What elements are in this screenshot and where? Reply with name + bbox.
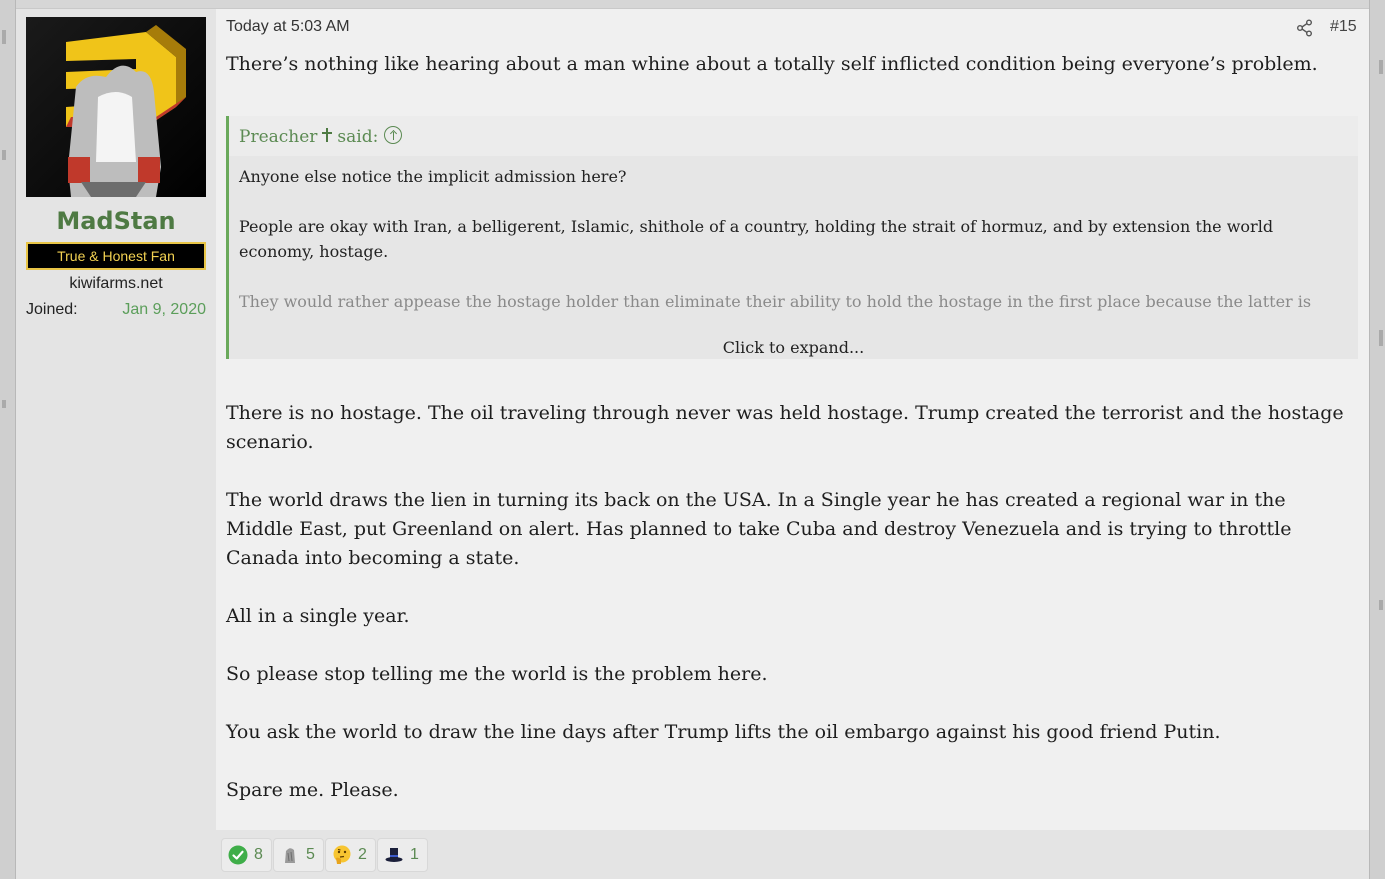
reply-paragraph: Spare me. Please.: [226, 779, 399, 801]
reply-paragraph: So please stop telling me the world is t…: [226, 663, 768, 685]
quote-said-label: said:: [337, 127, 379, 147]
share-icon[interactable]: [1296, 19, 1314, 37]
post-content: Today at 5:03 AM #15 There’s nothing lik…: [216, 9, 1369, 879]
reaction-count: 2: [358, 846, 367, 863]
forum-post: MadStan True & Honest Fan kiwifarms.net …: [16, 8, 1369, 879]
reaction-tophat[interactable]: 1: [377, 838, 428, 872]
post-date-link[interactable]: Today at 5:03 AM: [226, 18, 350, 36]
cross-icon: [321, 127, 333, 143]
reply-paragraph: There is no hostage. The oil traveling t…: [226, 402, 1344, 453]
right-margin: [1369, 0, 1385, 879]
stone-icon: [280, 845, 300, 865]
reaction-thinking[interactable]: 2: [325, 838, 376, 872]
reaction-count: 5: [306, 846, 315, 863]
check-icon: [228, 845, 248, 865]
user-info-panel: MadStan True & Honest Fan kiwifarms.net …: [16, 9, 216, 879]
quote-author-name[interactable]: Preacher: [239, 127, 317, 147]
quote-attribution: Preacher said:: [239, 126, 403, 147]
quote-paragraph: Anyone else notice the implicit admissio…: [239, 167, 627, 186]
reaction-stone[interactable]: 5: [273, 838, 324, 872]
quote-header: Preacher said:: [229, 116, 1358, 156]
top-hat-icon: [384, 845, 404, 865]
quote-block: Preacher said: Anyone else notice the imp…: [226, 116, 1358, 359]
thinking-face-icon: [332, 845, 352, 865]
quote-paragraph: People are okay with Iran, a belligerent…: [239, 217, 1274, 261]
jump-to-quote-icon[interactable]: [384, 126, 403, 144]
avatar[interactable]: [26, 17, 206, 197]
quote-expand-link[interactable]: Click to expand...: [229, 338, 1358, 357]
quote-body: Anyone else notice the implicit admissio…: [239, 164, 1349, 344]
post-first-line: There’s nothing like hearing about a man…: [226, 53, 1318, 75]
reaction-count: 8: [254, 846, 263, 863]
post-number-link[interactable]: #15: [1330, 18, 1357, 36]
quote-paragraph: They would rather appease the hostage ho…: [239, 292, 1312, 319]
reactions-bar: 8 5 2 1: [216, 830, 1369, 879]
joined-date: Jan 9, 2020: [122, 301, 206, 318]
username[interactable]: MadStan: [16, 207, 216, 235]
user-site: kiwifarms.net: [69, 275, 163, 292]
joined-label: Joined:: [26, 301, 78, 318]
user-title-badge: True & Honest Fan: [26, 242, 206, 270]
reply-paragraph: All in a single year.: [226, 605, 410, 627]
reaction-agree[interactable]: 8: [221, 838, 272, 872]
left-margin: [0, 0, 16, 879]
reply-paragraph: You ask the world to draw the line days …: [226, 721, 1221, 743]
reply-body: There is no hostage. The oil traveling t…: [226, 399, 1351, 834]
reply-paragraph: The world draws the lien in turning its …: [226, 489, 1292, 569]
reaction-count: 1: [410, 846, 419, 863]
